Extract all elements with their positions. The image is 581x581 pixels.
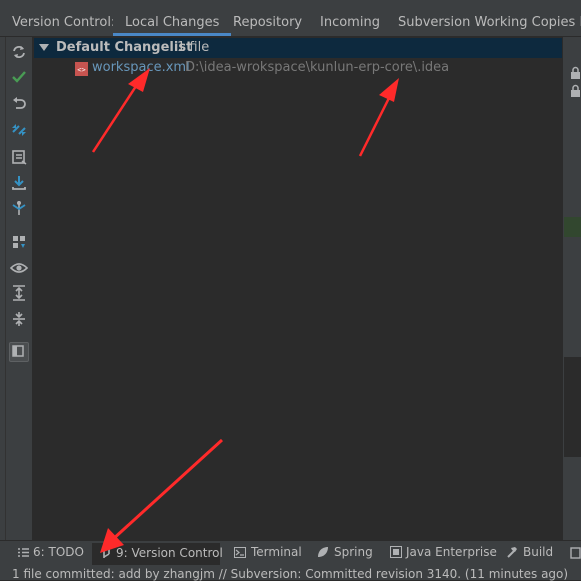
java-enterprise-tool-button[interactable]: Java Enterprise (390, 545, 497, 565)
java-enterprise-tool-label: Java Enterprise (406, 545, 497, 559)
lock-icon (571, 84, 580, 97)
collapse-all-icon[interactable] (10, 310, 28, 328)
version-control-tool-label: 9: Version Control (116, 546, 223, 560)
status-bar: 1 file committed: add by zhangjm // Subv… (0, 565, 581, 581)
tab-local-changes[interactable]: Local Changes (113, 10, 232, 36)
rollback-icon[interactable] (10, 94, 28, 112)
changelist-name: Default Changelist (56, 40, 193, 55)
svg-text:<>: <> (77, 66, 85, 74)
changelist-row[interactable]: Default Changelist 1 file (34, 38, 562, 58)
eye-icon[interactable] (9, 259, 29, 277)
changes-toolbar (6, 37, 33, 540)
java-enterprise-icon (390, 546, 402, 558)
shelve-icon[interactable] (10, 174, 28, 192)
gutter-block (564, 357, 581, 457)
spring-tool-button[interactable]: Spring (317, 545, 373, 565)
list-icon (18, 548, 29, 557)
spring-tool-label: Spring (334, 545, 373, 559)
tab-subversion-working-copies-info[interactable]: Subversion Working Copies Info (398, 15, 581, 30)
diff-icon[interactable] (10, 121, 28, 139)
build-tool-button[interactable]: Build (506, 545, 553, 565)
expand-triangle-icon[interactable] (39, 43, 49, 53)
commit-check-icon[interactable] (10, 68, 28, 86)
version-control-tool-button[interactable]: 9: Version Control (92, 543, 223, 565)
file-path: D:\idea-wrokspace\kunlun-erp-core\.idea (185, 60, 450, 75)
gutter-marker (564, 217, 581, 237)
terminal-tool-button[interactable]: Terminal (234, 545, 302, 565)
version-control-label: Version Control: (12, 15, 116, 30)
hammer-icon (507, 547, 517, 558)
xml-file-icon: <> (75, 62, 88, 76)
changelist-icon[interactable] (10, 148, 28, 166)
expand-all-icon[interactable] (10, 284, 28, 302)
group-by-icon[interactable] (10, 233, 28, 251)
version-control-header: Version Control: Local Changes Repositor… (0, 0, 581, 37)
tool-window-bar: 6: TODO 9: Version Control Terminal Spri… (0, 540, 581, 565)
terminal-icon (234, 547, 246, 558)
tab-repository[interactable]: Repository (233, 15, 302, 30)
status-message: 1 file committed: add by zhangjm // Subv… (12, 567, 569, 581)
todo-tool-button[interactable]: 6: TODO (18, 545, 84, 565)
build-tool-label: Build (523, 545, 554, 559)
changes-tree: Default Changelist 1 file <> workspace.x… (34, 37, 562, 540)
file-name: workspace.xml (92, 60, 190, 75)
preview-panel-icon[interactable] (9, 342, 29, 362)
spring-icon (318, 547, 328, 557)
event-log-icon[interactable] (570, 547, 581, 559)
right-gutter (562, 37, 581, 540)
tab-incoming[interactable]: Incoming (320, 15, 380, 30)
vcs-icon (103, 548, 110, 558)
todo-tool-label: 6: TODO (33, 545, 84, 559)
terminal-tool-label: Terminal (251, 545, 302, 559)
lock-icon (571, 66, 580, 79)
merge-icon[interactable] (10, 199, 28, 217)
refresh-icon[interactable] (10, 43, 28, 61)
changelist-file-count: 1 file (177, 40, 210, 55)
